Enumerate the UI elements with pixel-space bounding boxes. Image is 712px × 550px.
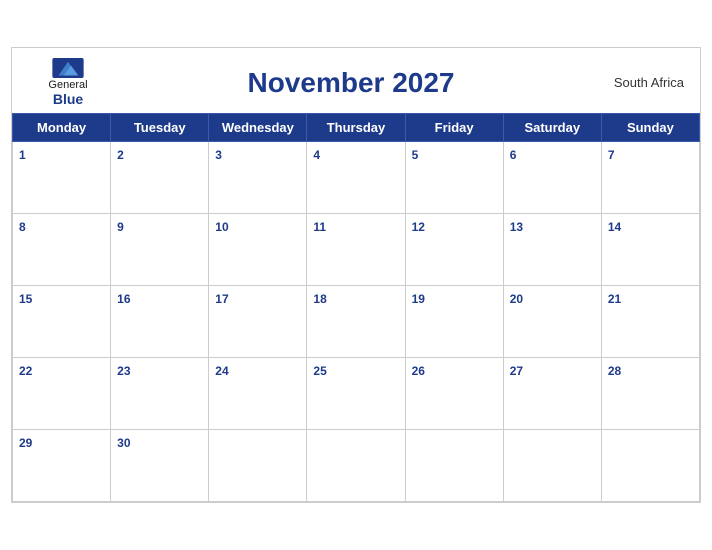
day-number: 9: [117, 220, 124, 234]
calendar-day-cell: 19: [405, 286, 503, 358]
day-number: 22: [19, 364, 32, 378]
day-number: 29: [19, 436, 32, 450]
calendar-week-row: 8 9 10 11 12 13 14: [13, 214, 700, 286]
header-thursday: Thursday: [307, 114, 405, 142]
header-wednesday: Wednesday: [209, 114, 307, 142]
header-saturday: Saturday: [503, 114, 601, 142]
calendar-header: General Blue November 2027 South Africa: [12, 48, 700, 113]
day-number: 4: [313, 148, 320, 162]
calendar-day-cell: [601, 430, 699, 502]
day-number: 13: [510, 220, 523, 234]
calendar-week-row: 22 23 24 25 26 27 28: [13, 358, 700, 430]
calendar-day-cell: [307, 430, 405, 502]
header-monday: Monday: [13, 114, 111, 142]
day-number: 30: [117, 436, 130, 450]
calendar-day-cell: 7: [601, 142, 699, 214]
calendar-day-cell: 14: [601, 214, 699, 286]
calendar-day-cell: 26: [405, 358, 503, 430]
calendar-day-cell: 9: [111, 214, 209, 286]
calendar-day-cell: 21: [601, 286, 699, 358]
generalblue-logo-icon: [52, 58, 84, 78]
header-sunday: Sunday: [601, 114, 699, 142]
calendar-day-cell: [405, 430, 503, 502]
calendar-day-cell: 12: [405, 214, 503, 286]
day-number: 26: [412, 364, 425, 378]
calendar-day-cell: 8: [13, 214, 111, 286]
day-number: 15: [19, 292, 32, 306]
logo: General Blue: [28, 58, 108, 107]
day-number: 17: [215, 292, 228, 306]
calendar-day-cell: 13: [503, 214, 601, 286]
day-number: 3: [215, 148, 222, 162]
calendar-week-row: 29 30: [13, 430, 700, 502]
calendar-day-cell: 23: [111, 358, 209, 430]
day-number: 7: [608, 148, 615, 162]
day-number: 5: [412, 148, 419, 162]
calendar-day-cell: 3: [209, 142, 307, 214]
day-number: 21: [608, 292, 621, 306]
calendar-day-cell: 1: [13, 142, 111, 214]
calendar-day-cell: 15: [13, 286, 111, 358]
calendar-day-cell: 27: [503, 358, 601, 430]
calendar-day-cell: [209, 430, 307, 502]
header-tuesday: Tuesday: [111, 114, 209, 142]
day-number: 27: [510, 364, 523, 378]
day-number: 1: [19, 148, 26, 162]
day-number: 19: [412, 292, 425, 306]
day-number: 25: [313, 364, 326, 378]
calendar-day-cell: 6: [503, 142, 601, 214]
day-number: 8: [19, 220, 26, 234]
day-number: 10: [215, 220, 228, 234]
calendar-day-cell: 29: [13, 430, 111, 502]
calendar-week-row: 15 16 17 18 19 20 21: [13, 286, 700, 358]
day-number: 14: [608, 220, 621, 234]
day-number: 18: [313, 292, 326, 306]
day-number: 16: [117, 292, 130, 306]
calendar-day-cell: 20: [503, 286, 601, 358]
country-label: South Africa: [594, 75, 684, 90]
calendar-title: November 2027: [108, 67, 594, 99]
day-number: 6: [510, 148, 517, 162]
calendar-day-cell: 22: [13, 358, 111, 430]
day-number: 11: [313, 220, 326, 234]
day-number: 12: [412, 220, 425, 234]
day-number: 24: [215, 364, 228, 378]
calendar-day-cell: 18: [307, 286, 405, 358]
calendar-grid: Monday Tuesday Wednesday Thursday Friday…: [12, 113, 700, 502]
day-number: 20: [510, 292, 523, 306]
header-friday: Friday: [405, 114, 503, 142]
calendar-day-cell: 4: [307, 142, 405, 214]
calendar-day-cell: [503, 430, 601, 502]
day-number: 23: [117, 364, 130, 378]
calendar-day-cell: 25: [307, 358, 405, 430]
weekday-header-row: Monday Tuesday Wednesday Thursday Friday…: [13, 114, 700, 142]
calendar-day-cell: 5: [405, 142, 503, 214]
day-number: 28: [608, 364, 621, 378]
calendar-day-cell: 17: [209, 286, 307, 358]
calendar-week-row: 1 2 3 4 5 6 7: [13, 142, 700, 214]
calendar-day-cell: 2: [111, 142, 209, 214]
logo-general-text: General: [48, 79, 87, 91]
logo-blue-text: Blue: [53, 91, 83, 107]
calendar-day-cell: 10: [209, 214, 307, 286]
calendar-container: General Blue November 2027 South Africa …: [11, 47, 701, 503]
calendar-title-area: November 2027: [108, 67, 594, 99]
calendar-day-cell: 24: [209, 358, 307, 430]
day-number: 2: [117, 148, 124, 162]
calendar-day-cell: 28: [601, 358, 699, 430]
calendar-day-cell: 30: [111, 430, 209, 502]
calendar-day-cell: 16: [111, 286, 209, 358]
calendar-day-cell: 11: [307, 214, 405, 286]
